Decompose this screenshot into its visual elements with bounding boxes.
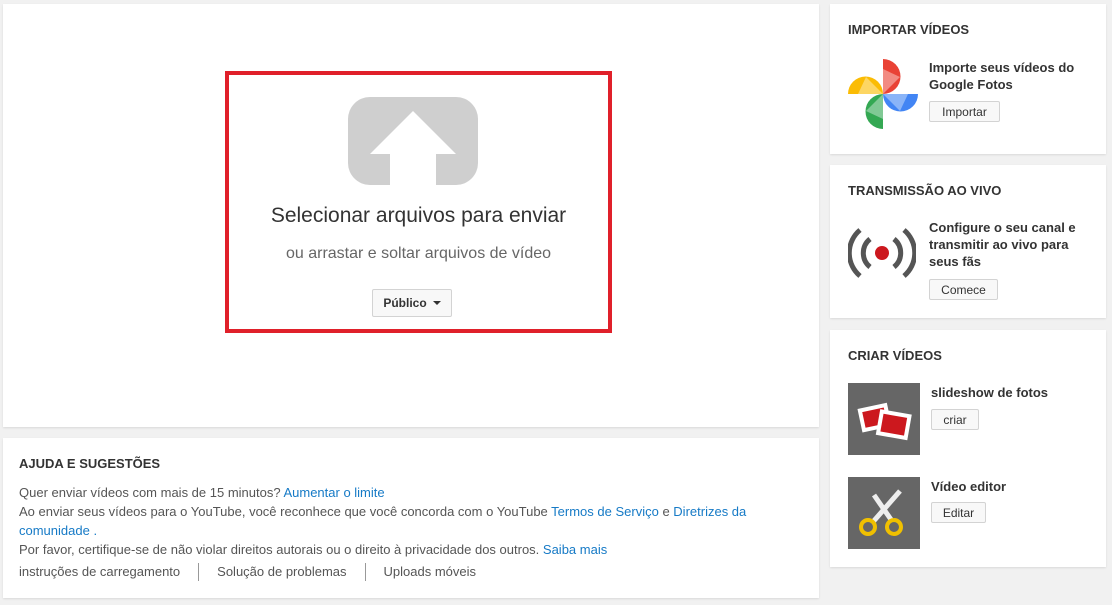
caret-down-icon <box>432 301 441 305</box>
help-text: Quer enviar vídeos com mais de 15 minuto… <box>19 485 284 500</box>
import-description: Importe seus vídeos do Google Fotos <box>929 60 1075 92</box>
google-photos-icon <box>848 59 918 129</box>
create-videos-panel: CRIAR VÍDEOS slideshow de fotos criar Ví… <box>830 330 1106 567</box>
terms-of-service-link[interactable]: Termos de Serviço <box>551 504 659 519</box>
mobile-uploads-link[interactable]: Uploads móveis <box>364 563 495 581</box>
import-videos-panel: IMPORTAR VÍDEOS Importe seus vídeos do G… <box>830 4 1106 154</box>
increase-limit-link[interactable]: Aumentar o limite <box>283 485 384 500</box>
privacy-label: Público <box>383 296 427 310</box>
upload-arrow-icon[interactable] <box>348 97 478 185</box>
help-line-terms: Ao enviar seus vídeos para o YouTube, vo… <box>19 502 779 540</box>
privacy-dropdown[interactable]: Público <box>372 289 452 317</box>
video-editor-label: Vídeo editor <box>931 479 1007 494</box>
help-text: Ao enviar seus vídeos para o YouTube, vo… <box>19 504 552 519</box>
troubleshooting-link[interactable]: Solução de problemas <box>198 563 364 581</box>
import-button[interactable]: Importar <box>929 101 1000 122</box>
slideshow-icon[interactable] <box>848 383 920 455</box>
upload-panel[interactable]: Selecionar arquivos para enviar ou arras… <box>3 4 819 427</box>
upload-instructions-link[interactable]: instruções de carregamento <box>19 563 198 581</box>
help-panel: AJUDA E SUGESTÕES Quer enviar vídeos com… <box>3 438 819 598</box>
video-editor-icon[interactable] <box>848 477 920 549</box>
start-live-button[interactable]: Comece <box>929 279 998 300</box>
help-line-copyright: Por favor, certifique-se de não violar d… <box>19 540 779 559</box>
drag-drop-hint: ou arrastar e soltar arquivos de vídeo <box>285 245 552 262</box>
help-text: Por favor, certifique-se de não violar d… <box>19 542 543 557</box>
open-editor-button[interactable]: Editar <box>931 502 986 523</box>
select-files-title[interactable]: Selecionar arquivos para enviar <box>225 204 612 228</box>
live-broadcast-icon <box>848 228 916 278</box>
help-title: AJUDA E SUGESTÕES <box>19 456 161 471</box>
learn-more-link[interactable]: Saiba mais <box>543 542 607 557</box>
create-title: CRIAR VÍDEOS <box>848 348 942 363</box>
help-line-limit: Quer enviar vídeos com mais de 15 minuto… <box>19 483 779 502</box>
create-slideshow-button[interactable]: criar <box>931 409 979 430</box>
help-text: e <box>658 504 674 519</box>
help-links: instruções de carregamento Solução de pr… <box>19 563 494 581</box>
slideshow-label: slideshow de fotos <box>931 385 1049 400</box>
live-title: TRANSMISSÃO AO VIVO <box>848 183 1002 198</box>
live-streaming-panel: TRANSMISSÃO AO VIVO Configure o seu cana… <box>830 165 1106 318</box>
import-title: IMPORTAR VÍDEOS <box>848 22 970 37</box>
live-description: Configure o seu canal e transmitir ao vi… <box>929 220 1076 269</box>
